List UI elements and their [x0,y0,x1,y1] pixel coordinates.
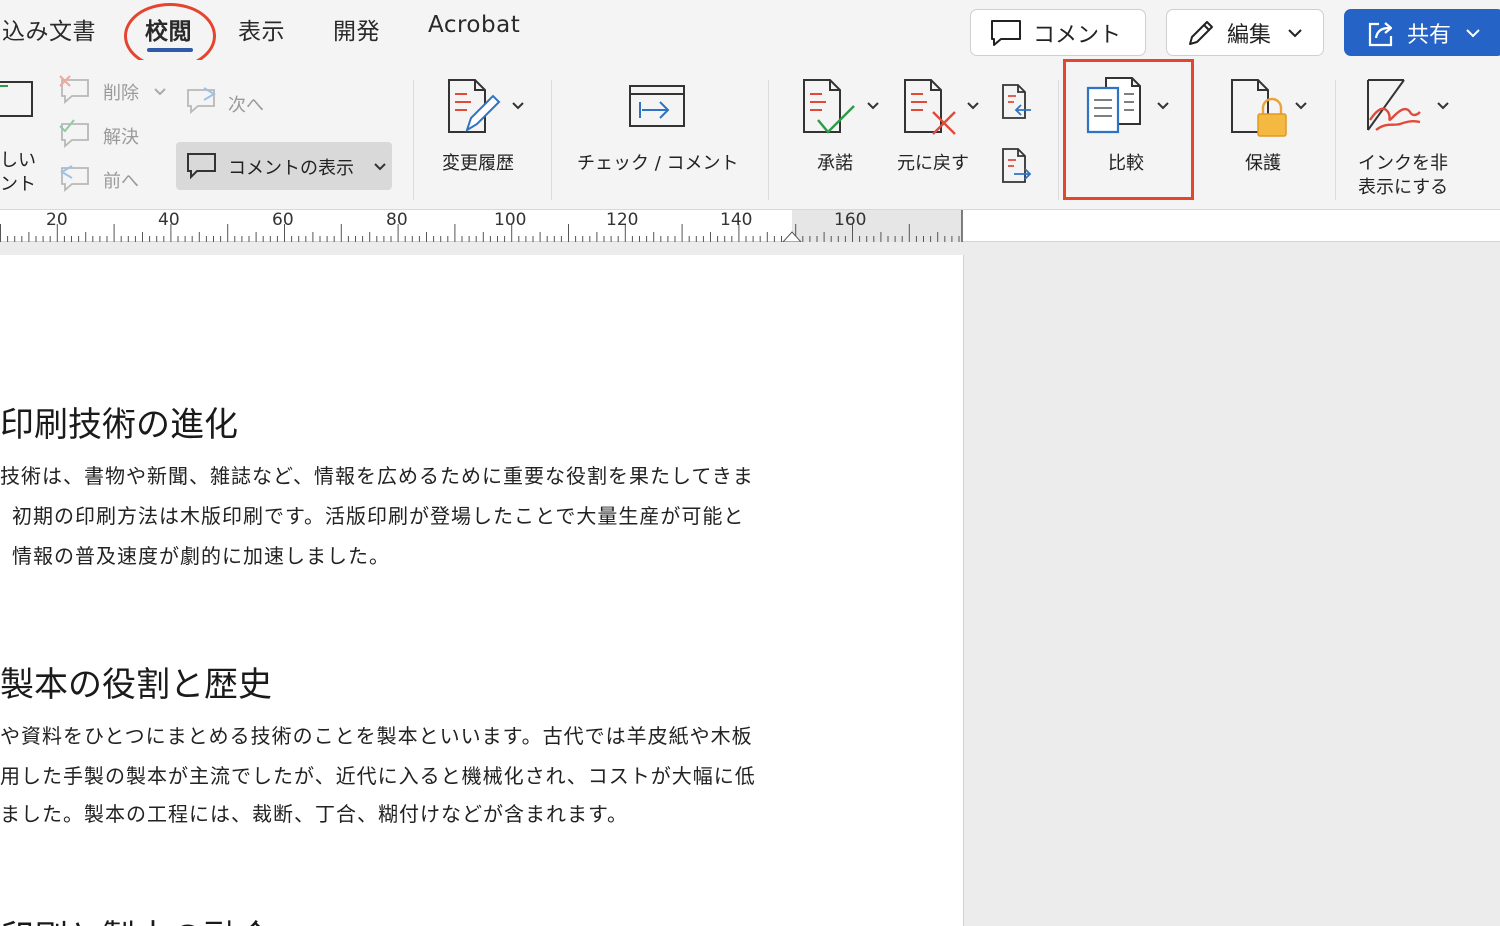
edit-mode-label: 編集 [1227,22,1272,48]
chevron-down-icon [1437,102,1449,110]
ruler-label: 20 [46,210,68,230]
chevron-down-icon [154,88,166,96]
paragraph-line: 初期の印刷方法は木版印刷です。活版印刷が登場したことで大量生産が可能と [12,504,745,528]
protect-lock-icon [1231,79,1287,137]
chevron-down-icon [867,102,879,110]
ruler-label: 160 [834,210,867,230]
compare-highlight-box [1063,59,1194,200]
previous-comment-icon [60,165,89,192]
chevron-down-icon [1466,28,1480,37]
comment-bubble-icon [187,153,216,180]
tab-acrobat[interactable]: Acrobat [428,12,520,38]
ruler-label: 140 [720,210,753,230]
protect-label: 保護 [1245,153,1281,174]
show-comments-button[interactable]: コメントの表示 [176,142,392,190]
accept-check-icon [803,79,855,134]
ruler-label: 80 [386,210,408,230]
paragraph-line: や資料をひとつにまとめる技術のことを製本といいます。古代では羊皮紙や木板 [0,724,753,748]
accept-change-label: 承諾 [817,153,853,174]
hide-ink-label-line2: 表示にする [1358,177,1449,198]
ribbon-separator [1335,80,1336,200]
new-comment-label-line2: ント [0,174,36,195]
chevron-down-icon [374,163,386,171]
indent-marker-icon [782,231,802,242]
share-button[interactable]: 共有 [1344,9,1500,56]
reject-x-icon [904,79,956,135]
heading-printing-binding-fusion: 印刷と製本の融合 [0,910,272,926]
new-comment-icon[interactable] [0,78,36,120]
ruler-label: 100 [494,210,527,230]
tab-view[interactable]: 表示 [238,12,285,46]
paragraph-line: 技術は、書物や新聞、雑誌など、情報を広めるために重要な役割を果たしてきま [0,464,754,488]
reject-change-label: 元に戻す [897,153,969,174]
previous-change-icon[interactable] [1000,82,1034,122]
chevron-down-icon [967,102,979,110]
ruler-label: 40 [158,210,180,230]
ribbon-tab-bar: 込み文書 校閲 表示 開発 Acrobat コメント 編集 共有 [0,0,1500,69]
tab-developer[interactable]: 開発 [333,12,380,46]
ruler-label: 60 [272,210,294,230]
new-comment-label-line1: しい [0,150,36,171]
tab-mailings[interactable]: 込み文書 [2,12,96,46]
ribbon-separator [413,80,414,200]
document-page[interactable]: 印刷技術の進化 技術は、書物や新聞、雑誌など、情報を広めるために重要な役割を果た… [0,255,964,926]
delete-comment-label: 削除 [103,83,139,104]
paragraph-line: 用した手製の製本が主流でしたが、近代に入ると機械化され、コストが大幅に低 [0,764,756,788]
heading-printing-evolution: 印刷技術の進化 [0,405,238,445]
comment-button-label: コメント [1033,22,1122,48]
next-comment-label: 次へ [228,95,264,116]
comment-button[interactable]: コメント [970,9,1146,56]
show-comments-label: コメントの表示 [228,158,354,179]
delete-comment-icon [59,75,89,104]
track-changes-icon [448,79,501,133]
ribbon-separator [768,80,769,200]
ink-icon [1367,79,1421,131]
share-icon [1368,21,1393,46]
next-comment-icon [187,87,216,114]
check-panel-icon [629,85,685,127]
ruler-ticks [0,210,963,242]
horizontal-ruler[interactable]: 20 40 60 80 100 120 140 160 [0,210,1500,242]
chevron-down-icon [512,102,524,110]
heading-bookbinding-history: 製本の役割と歴史 [0,665,272,705]
pencil-icon [1189,20,1213,45]
track-changes-label: 変更履歴 [442,153,514,174]
hide-ink-label-line1: インクを非 [1358,153,1448,174]
chevron-down-icon [1295,102,1307,110]
ruler-label: 120 [606,210,639,230]
edit-mode-button[interactable]: 編集 [1166,9,1324,56]
check-comment-label: チェック / コメント [577,153,739,174]
chevron-down-icon [1288,28,1302,37]
resolve-comment-icon [59,119,89,148]
review-ribbon: しい ント 削除 解決 前へ 次へ コメントの表示 変更履歴 チェック / コメ… [0,59,1500,210]
paragraph-line: 情報の普及速度が劇的に加速しました。 [12,544,390,568]
previous-comment-label: 前へ [103,171,139,192]
comment-bubble-icon [991,19,1021,46]
resolve-comment-label: 解決 [103,127,139,148]
ribbon-separator [551,80,552,200]
paragraph-line: ました。製本の工程には、裁断、丁合、糊付けなどが含まれます。 [0,802,628,826]
next-change-icon[interactable] [1000,146,1034,186]
share-button-label: 共有 [1407,22,1452,48]
ribbon-separator [1058,80,1059,200]
